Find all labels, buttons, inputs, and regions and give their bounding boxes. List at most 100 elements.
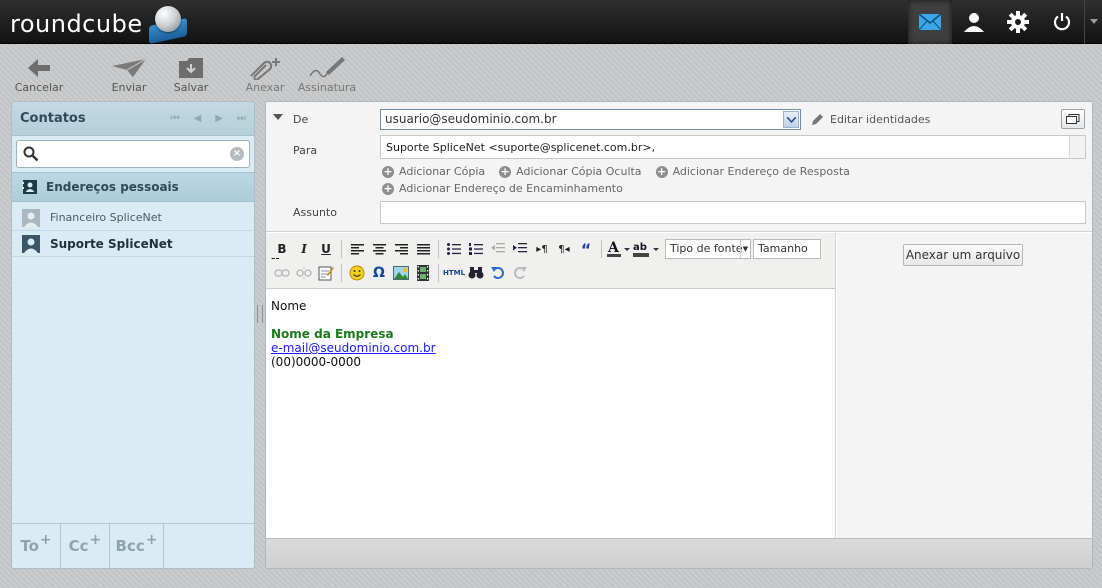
add-bcc-link[interactable]: + Adicionar Cópia Oculta [499, 165, 642, 178]
user-icon [964, 13, 984, 32]
envelope-icon [918, 13, 942, 31]
contacts-nav-button[interactable] [952, 0, 996, 44]
signature-button[interactable]: Assinatura [296, 52, 358, 94]
popout-button[interactable] [1061, 109, 1085, 129]
save-label: Salvar [173, 81, 209, 94]
numbered-list-button[interactable] [465, 239, 487, 259]
add-cc-button[interactable]: Cc + [61, 524, 110, 568]
html-source-button[interactable]: HTML [443, 263, 465, 283]
list-item[interactable]: Financeiro SpliceNet [12, 205, 254, 231]
add-header-links: + Adicionar Cópia + Adicionar Cópia Oculta… [382, 165, 850, 178]
undo-icon [491, 267, 504, 279]
link-button[interactable] [271, 263, 293, 283]
media-button[interactable] [412, 263, 434, 283]
outdent-button[interactable] [487, 239, 509, 259]
rtl-button[interactable]: ¶◂ [553, 239, 575, 259]
subject-input[interactable] [380, 201, 1086, 224]
smiley-icon [349, 265, 365, 281]
save-icon [179, 58, 203, 78]
contact-avatar-icon [22, 208, 40, 227]
top-nav [908, 0, 1102, 44]
contacts-search-input[interactable] [43, 145, 225, 163]
signature-email-link[interactable]: e-mail@seudominio.com.br [271, 341, 436, 355]
html-editor: B I U ▸¶ ¶◂ “ A ab Tipo de fonte ▼ Taman… [266, 233, 836, 539]
to-label: Para [293, 144, 318, 157]
signature-separator: -- [271, 251, 280, 265]
contacts-pager: ⏮ ◀ ▶ ⏭ [171, 113, 246, 124]
pen-signature-icon [309, 57, 345, 78]
top-menu-caret[interactable] [1084, 0, 1102, 44]
settings-nav-button[interactable] [996, 0, 1040, 44]
indent-icon [513, 243, 527, 253]
compose-panel: De usuario@seudominio.com.br Editar iden… [265, 101, 1093, 569]
list-item[interactable]: Suporte SpliceNet [12, 231, 254, 257]
panel-splitter[interactable] [257, 305, 263, 323]
edit-identities-link[interactable]: Editar identidades [811, 113, 930, 126]
clear-search-icon[interactable]: × [230, 147, 244, 161]
attach-file-button[interactable]: Anexar um arquivo [903, 244, 1023, 266]
image-icon [393, 266, 409, 280]
compose-footer [266, 538, 1092, 568]
emoticon-button[interactable] [346, 263, 368, 283]
first-page-icon[interactable]: ⏮ [171, 113, 180, 124]
plus-icon: + [655, 164, 668, 178]
popout-icon [1066, 114, 1080, 124]
compose-headers: De usuario@seudominio.com.br Editar iden… [266, 102, 1092, 232]
font-family-select[interactable]: Tipo de fonte ▼ [665, 239, 751, 259]
add-bcc-button[interactable]: Bcc + [110, 524, 164, 568]
address-book-personal[interactable]: Endereços pessoais [12, 172, 254, 202]
add-followup-link[interactable]: + Adicionar Endereço de Encaminhamento [382, 182, 623, 195]
svg-text:ab: ab [633, 242, 647, 253]
collapse-headers-icon[interactable] [273, 114, 283, 120]
indent-button[interactable] [509, 239, 531, 259]
contacts-search: × [16, 140, 250, 168]
contacts-title: Contatos [20, 111, 86, 126]
attach-button[interactable]: Anexar [242, 52, 288, 94]
next-page-icon[interactable]: ▶ [215, 113, 223, 124]
bullet-list-icon [447, 243, 461, 255]
signature-name: Nome [271, 299, 307, 313]
mail-nav-button[interactable] [908, 0, 952, 44]
chevron-down-icon [1089, 19, 1098, 24]
message-body[interactable]: -- Nome Nome da Empresa e-mail@seudomini… [271, 251, 436, 369]
add-cc-link[interactable]: + Adicionar Cópia [382, 165, 485, 178]
to-input[interactable]: Suporte SpliceNet <suporte@splicenet.com… [380, 135, 1086, 159]
paste-text-button[interactable] [315, 263, 337, 283]
top-bar: roundcube [0, 0, 1102, 45]
search-replace-button[interactable] [465, 263, 487, 283]
add-reply-to-link[interactable]: + Adicionar Endereço de Resposta [655, 164, 850, 178]
from-select[interactable]: usuario@seudominio.com.br [380, 109, 801, 130]
from-label: De [293, 113, 309, 126]
logout-nav-button[interactable] [1040, 0, 1084, 44]
font-size-select[interactable]: Tamanho [753, 239, 821, 259]
highlight-color-button[interactable]: ab [632, 239, 662, 259]
ltr-button[interactable]: ▸¶ [531, 239, 553, 259]
undo-button[interactable] [487, 263, 509, 283]
logo[interactable]: roundcube [10, 6, 191, 45]
bullet-list-button[interactable] [443, 239, 465, 259]
rtl-icon: ¶◂ [558, 243, 570, 255]
cancel-button[interactable]: Cancelar [10, 52, 68, 94]
paste-icon [318, 266, 334, 281]
text-color-button[interactable]: A [606, 239, 632, 259]
pencil-icon [812, 114, 823, 125]
signature-label: Assinatura [297, 81, 357, 94]
save-button[interactable]: Salvar [166, 52, 216, 94]
send-button[interactable]: Enviar [100, 52, 158, 94]
unlink-button[interactable] [293, 263, 315, 283]
gear-icon [1007, 11, 1029, 33]
blockquote-button[interactable]: “ [575, 239, 597, 259]
special-char-button[interactable]: Ω [368, 263, 390, 283]
address-book-label: Endereços pessoais [46, 180, 179, 194]
add-to-button[interactable]: To + [12, 524, 61, 568]
contact-avatar-icon [22, 234, 40, 253]
plus-icon: + [382, 164, 394, 178]
to-scroll[interactable] [1069, 136, 1085, 158]
image-button[interactable] [390, 263, 412, 283]
paperclip-plus-icon [250, 58, 280, 80]
signature-phone: (00)0000-0000 [271, 355, 362, 369]
plus-icon: + [382, 181, 394, 195]
last-page-icon[interactable]: ⏭ [237, 113, 246, 124]
redo-button[interactable] [509, 263, 531, 283]
prev-page-icon[interactable]: ◀ [194, 113, 202, 124]
